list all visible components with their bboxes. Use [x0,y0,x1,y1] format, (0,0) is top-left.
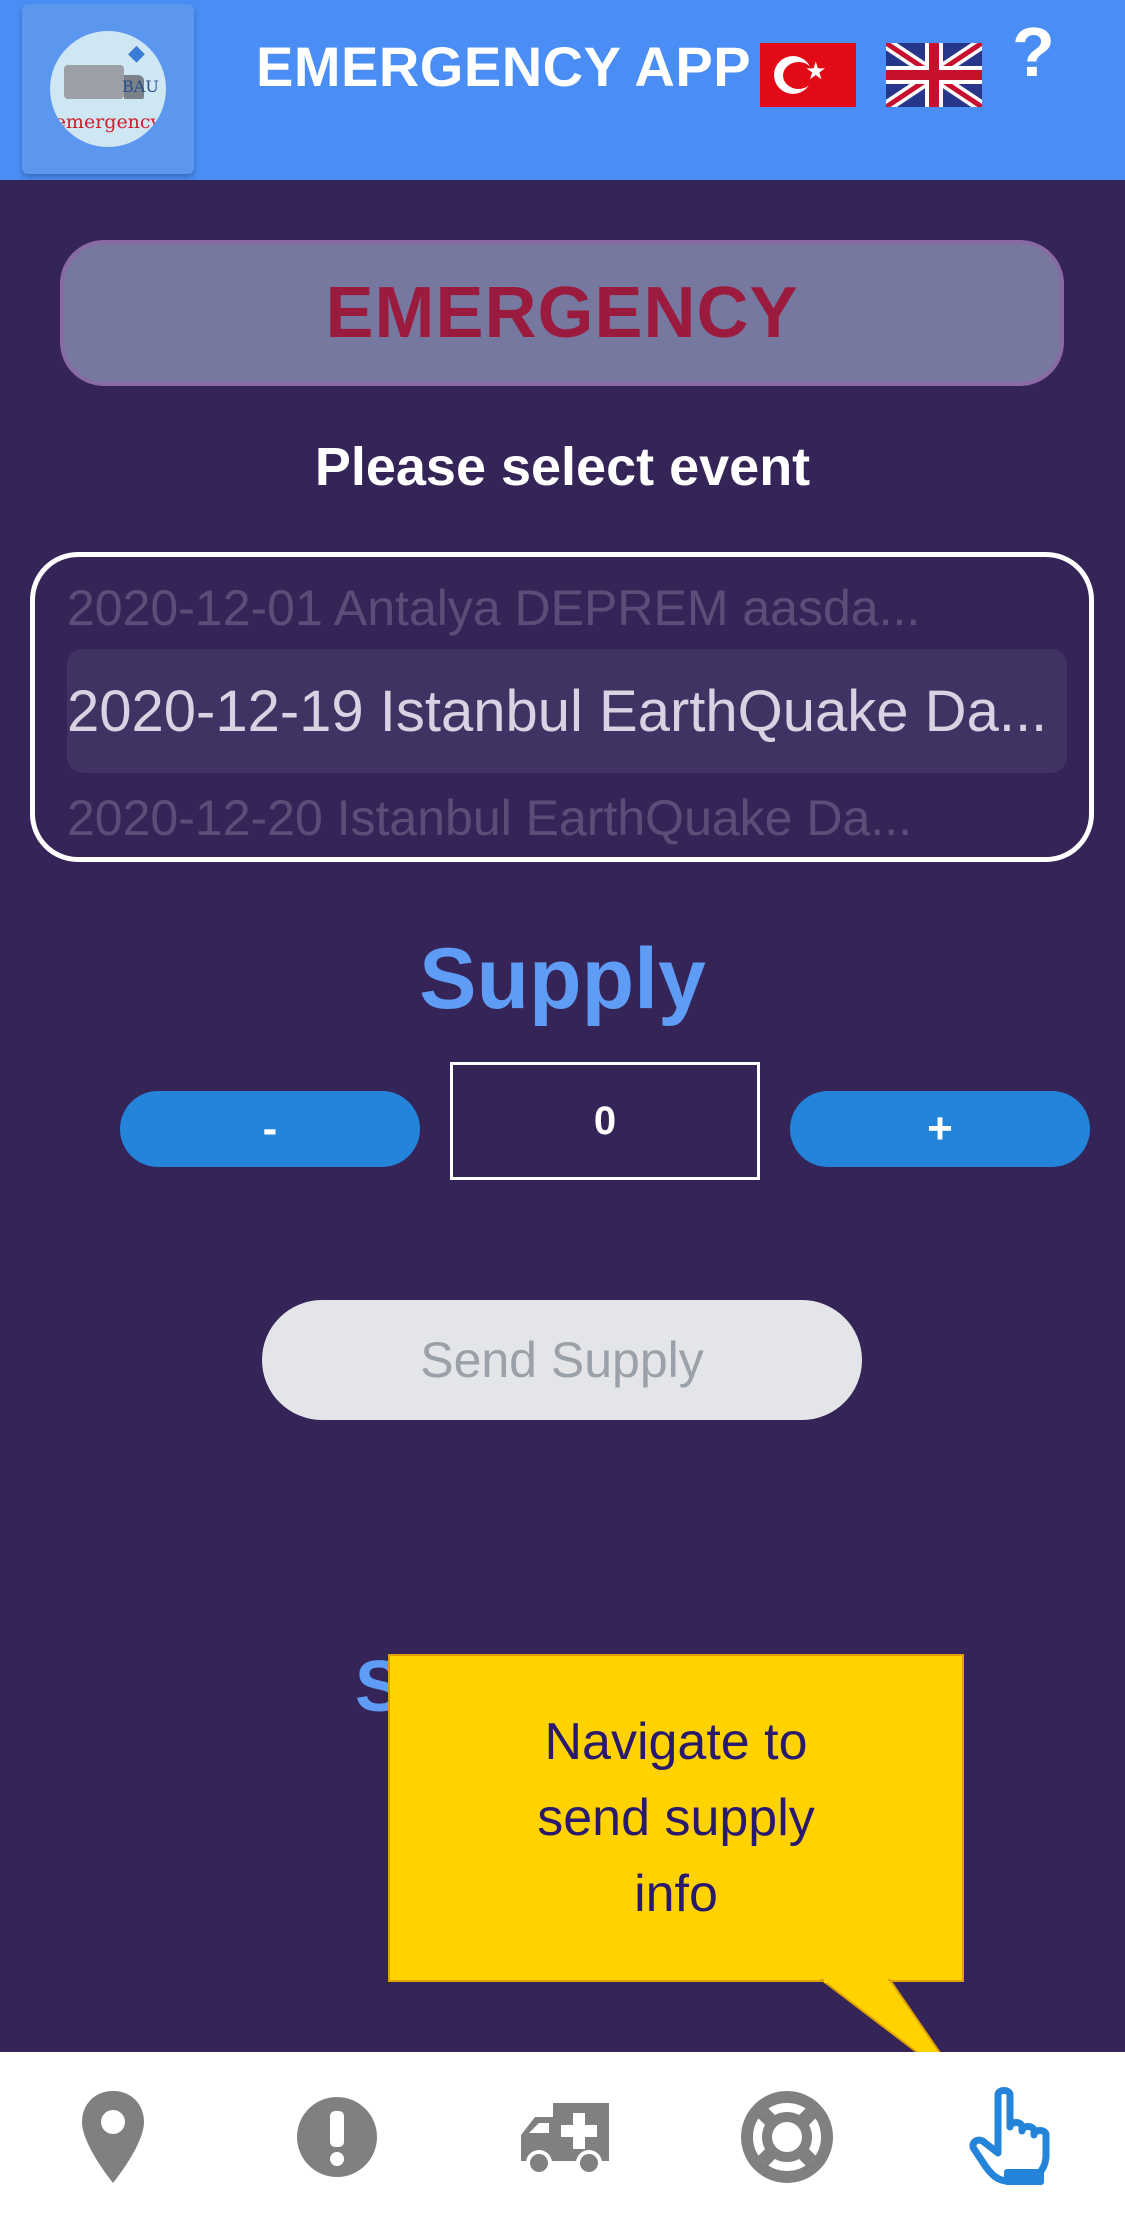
logo-mark: BAU [122,77,159,96]
banner-label: EMERGENCY [325,273,799,353]
tooltip-text: Navigate to send supply info [537,1713,815,1923]
logo-text: emergency [54,111,162,133]
map-marker-icon [82,2091,144,2183]
ambulance-icon [521,2103,609,2176]
picker-option[interactable]: 2020-12-20 Istanbul EarthQuake Da... [67,789,1067,847]
tutorial-tooltip: Navigate to send supply info [388,1654,964,1982]
quantity-input[interactable] [450,1062,760,1180]
picker-option[interactable]: 2020-12-01 Antalya DEPREM aasda... [67,579,1067,637]
app-logo[interactable]: ◆ BAU emergency [22,4,194,174]
supply-title: Supply [419,931,706,1027]
nav-alerts[interactable] [282,2082,392,2192]
app-title: EMERGENCY APP [256,35,752,98]
star-shape: ★ [805,57,827,85]
event-select-prompt: Please select event [314,437,811,497]
nav-map[interactable] [58,2082,168,2192]
truck-icon [64,65,144,99]
help-button[interactable]: ? [1012,12,1055,92]
water-drop-icon: ◆ [128,41,145,66]
nav-help[interactable] [732,2082,842,2192]
event-picker[interactable]: 2020-12-01 Antalya DEPREM aasda... 2020-… [30,552,1094,862]
turkish-flag-icon[interactable]: ★ [760,43,856,107]
app-header: ◆ BAU emergency EMERGENCY APP ★ ? [0,0,1125,180]
decrement-button[interactable]: - [120,1091,420,1167]
increment-button[interactable]: + [790,1091,1090,1167]
picker-selected-label: 2020-12-19 Istanbul EarthQuake Da... [67,678,1048,744]
uk-flag-icon[interactable] [886,43,982,107]
bottom-nav [0,2052,1125,2217]
send-supply-button[interactable]: Send Supply [262,1300,862,1420]
uk-flag-graphic [886,43,982,107]
hand-pointer-icon [969,2087,1050,2185]
logo-badge: ◆ BAU emergency [50,31,166,147]
exclamation-icon [297,2097,377,2177]
nav-ambulance[interactable] [508,2082,618,2192]
life-ring-icon [741,2091,833,2183]
emergency-banner: EMERGENCY [60,240,1064,386]
picker-option-selected[interactable]: 2020-12-19 Istanbul EarthQuake Da... [67,649,1067,773]
nav-send-supply[interactable] [958,2082,1068,2192]
